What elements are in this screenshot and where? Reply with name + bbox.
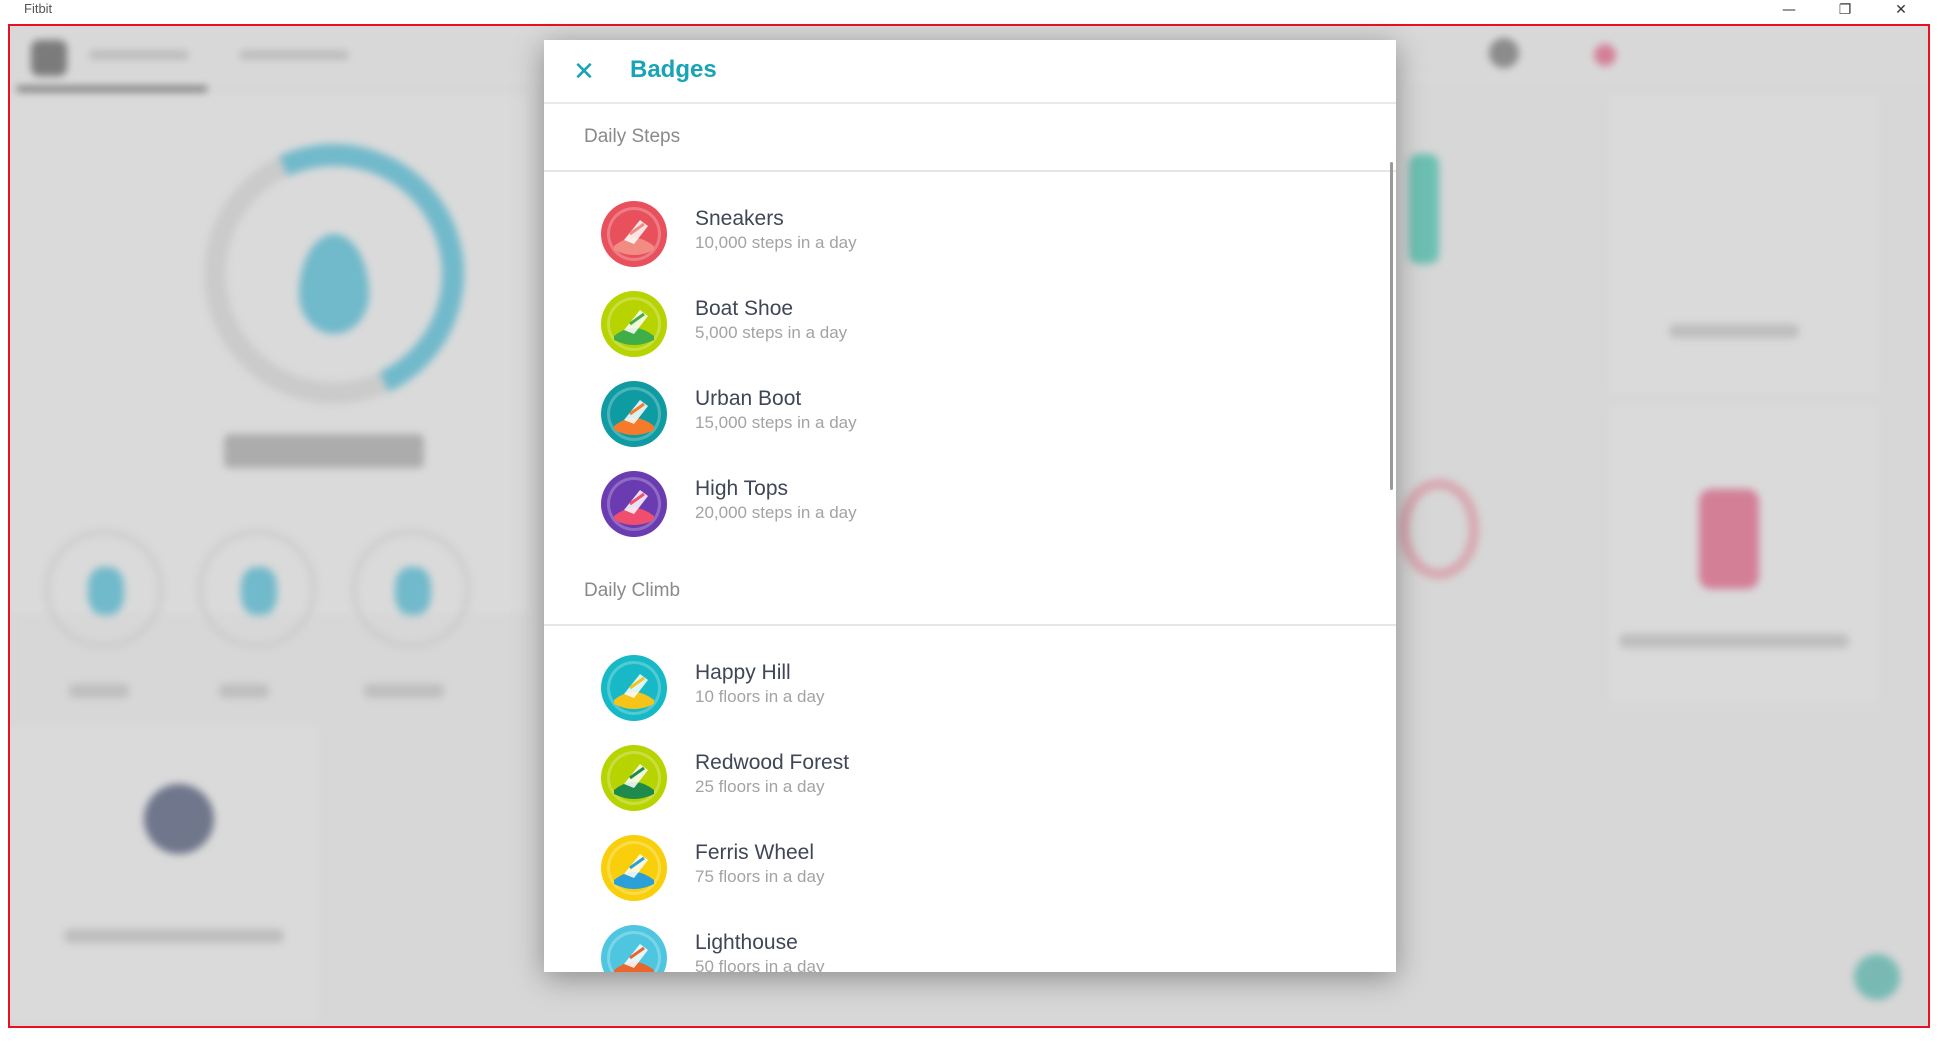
badges-list[interactable]: Daily Steps Sneakers 10,000 steps in a day… [544,104,1396,972]
badge-row[interactable]: Boat Shoe 5,000 steps in a day [544,288,1396,378]
redwood-forest-badge-icon [600,744,668,812]
badge-row[interactable]: Redwood Forest 25 floors in a day [544,742,1396,832]
badge-name: Redwood Forest [695,751,850,774]
sneakers-badge-icon [600,200,668,268]
high-tops-badge-icon [600,470,668,538]
badge-description: 5,000 steps in a day [695,323,848,342]
scrollbar[interactable] [1390,162,1393,490]
boat-shoe-badge-icon [600,290,668,358]
badge-list: Happy Hill 10 floors in a day Redwood Fore… [544,626,1396,972]
close-icon[interactable]: ✕ [566,54,602,90]
badge-row[interactable]: Sneakers 10,000 steps in a day [544,198,1396,288]
window-titlebar: Fitbit — ❐ ✕ [0,0,1938,22]
badge-name: Urban Boot [695,387,802,410]
badge-name: Happy Hill [695,661,791,684]
happy-hill-badge-icon [600,654,668,722]
badge-description: 75 floors in a day [695,867,825,886]
modal-title: Badges [630,56,717,83]
lighthouse-badge-icon [600,924,668,972]
badge-description: 15,000 steps in a day [695,413,857,432]
modal-header: ✕ Badges [544,40,1396,104]
badge-row[interactable]: Ferris Wheel 75 floors in a day [544,832,1396,922]
badge-description: 25 floors in a day [695,777,825,796]
badge-description: 10 floors in a day [695,687,825,706]
badge-name: Lighthouse [695,931,798,954]
badge-name: Sneakers [695,207,784,230]
badge-row[interactable]: Urban Boot 15,000 steps in a day [544,378,1396,468]
badge-description: 10,000 steps in a day [695,233,857,252]
section-header: Daily Steps [544,104,1396,172]
badge-row[interactable]: Lighthouse 50 floors in a day [544,922,1396,972]
maximize-button[interactable]: ❐ [1822,0,1868,22]
badge-description: 20,000 steps in a day [695,503,857,522]
window-close-button[interactable]: ✕ [1878,0,1924,22]
badges-modal: ✕ Badges Daily Steps Sneakers 10,000 steps… [544,40,1396,972]
badge-list: Sneakers 10,000 steps in a day Boat Shoe 5,… [544,172,1396,558]
badge-description: 50 floors in a day [695,957,825,972]
section-title: Daily Climb [584,580,681,601]
badge-name: Boat Shoe [695,297,794,320]
badge-name: High Tops [695,477,789,500]
section-header: Daily Climb [544,558,1396,626]
badge-name: Ferris Wheel [695,841,815,864]
badge-row[interactable]: Happy Hill 10 floors in a day [544,652,1396,742]
badge-row[interactable]: High Tops 20,000 steps in a day [544,468,1396,558]
app-title: Fitbit [24,1,53,16]
minimize-button[interactable]: — [1766,0,1812,22]
section-title: Daily Steps [584,126,681,147]
ferris-wheel-badge-icon [600,834,668,902]
urban-boot-badge-icon [600,380,668,448]
